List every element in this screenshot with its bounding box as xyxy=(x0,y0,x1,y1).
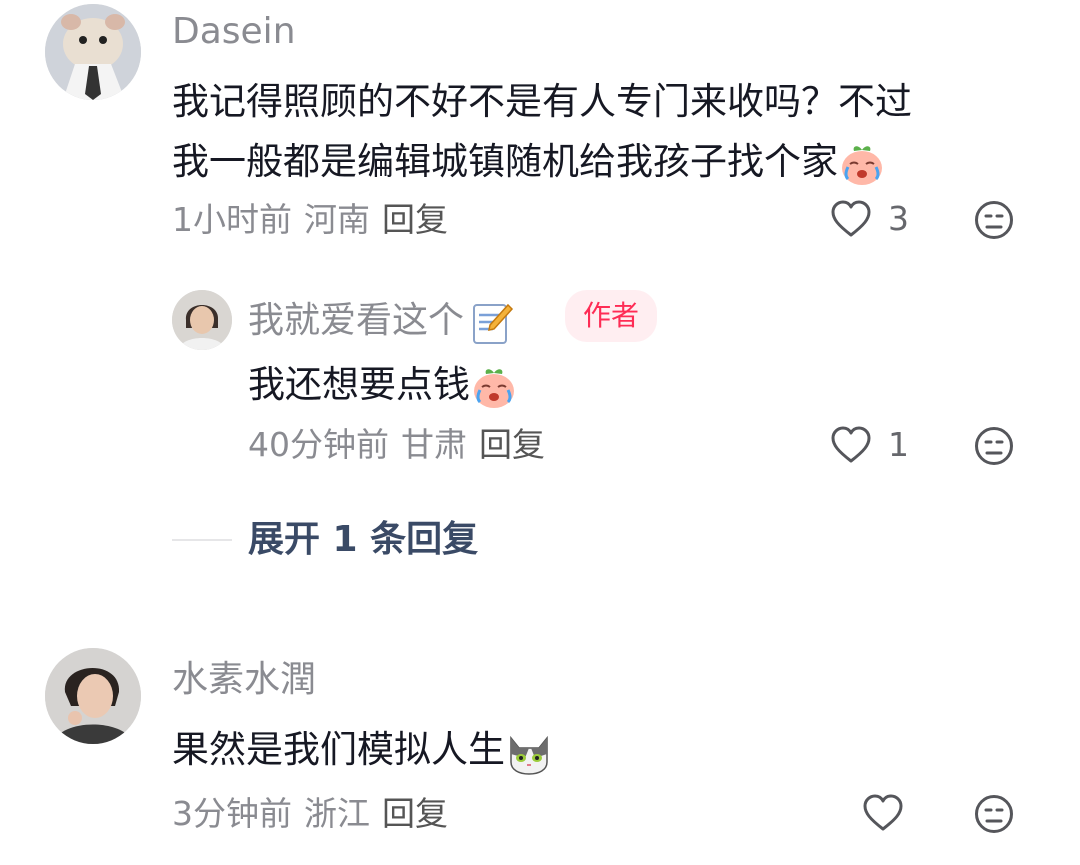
comment-location: 浙江 xyxy=(304,794,370,833)
comment-username[interactable]: 水素水潤 xyxy=(172,662,316,698)
cat-emoji xyxy=(505,728,553,776)
dislike-button[interactable] xyxy=(974,200,1014,244)
dislike-button[interactable] xyxy=(974,794,1014,838)
memo-icon xyxy=(468,299,514,345)
reply-meta: 40分钟前 甘肃 回复 xyxy=(248,428,557,461)
like-button[interactable]: 3 xyxy=(830,199,909,238)
reply-location: 甘肃 xyxy=(401,425,467,464)
comment-item: 水素水潤 果然是我们模拟人生 3分钟前 浙江 回复 xyxy=(0,640,1080,865)
reply-username-text: 我就爱看这个 xyxy=(248,300,465,341)
like-count: 3 xyxy=(888,199,909,238)
comment-meta: 3分钟前 浙江 回复 xyxy=(172,797,460,830)
crying-peach-emoji xyxy=(470,363,518,411)
comment-text-line2: 我一般都是编辑城镇随机给我孩子找个家 xyxy=(172,140,838,183)
expand-replies-button[interactable]: 展开 1 条回复 xyxy=(248,522,478,558)
meh-face-icon xyxy=(975,201,1013,239)
heart-icon xyxy=(831,200,871,236)
comment-time: 1小时前 xyxy=(172,200,292,239)
comment-location: 河南 xyxy=(304,200,370,239)
reply-item: 我就爱看这个 作者 我还想要点钱 40分钟前 甘肃 回复 1 xyxy=(0,280,1080,480)
avatar[interactable] xyxy=(45,4,141,100)
reply-button[interactable]: 回复 xyxy=(382,200,448,239)
author-badge: 作者 xyxy=(565,290,658,342)
comment-text: 果然是我们模拟人生 xyxy=(172,720,553,780)
meh-face-icon xyxy=(975,795,1013,833)
like-count: 1 xyxy=(888,425,909,464)
avatar[interactable] xyxy=(45,648,141,744)
avatar[interactable] xyxy=(172,290,232,350)
reply-button[interactable]: 回复 xyxy=(479,425,545,464)
comment-item: Dasein 我记得照顾的不好不是有人专门来收吗？不过 我一般都是编辑城镇随机给… xyxy=(0,0,1080,250)
crying-peach-emoji xyxy=(838,140,886,188)
heart-icon xyxy=(863,794,903,831)
like-button[interactable] xyxy=(862,794,904,832)
comment-text: 我记得照顾的不好不是有人专门来收吗？不过 我一般都是编辑城镇随机给我孩子找个家 xyxy=(172,72,912,192)
comment-text-content: 果然是我们模拟人生 xyxy=(172,728,505,771)
comment-text-line: 我一般都是编辑城镇随机给我孩子找个家 xyxy=(172,132,912,192)
comment-text-line: 我记得照顾的不好不是有人专门来收吗？不过 xyxy=(172,80,912,123)
comment-meta: 1小时前 河南 回复 xyxy=(172,203,460,236)
dislike-button[interactable] xyxy=(974,426,1014,470)
heart-icon xyxy=(831,426,871,462)
reply-text-content: 我还想要点钱 xyxy=(248,363,470,406)
like-button[interactable]: 1 xyxy=(830,425,909,464)
reply-username[interactable]: 我就爱看这个 xyxy=(248,299,514,345)
reply-text: 我还想要点钱 xyxy=(248,355,518,415)
comment-time: 3分钟前 xyxy=(172,794,292,833)
reply-button[interactable]: 回复 xyxy=(382,794,448,833)
divider xyxy=(172,539,232,541)
reply-time: 40分钟前 xyxy=(248,425,389,464)
comment-username[interactable]: Dasein xyxy=(172,14,296,50)
meh-face-icon xyxy=(975,427,1013,465)
